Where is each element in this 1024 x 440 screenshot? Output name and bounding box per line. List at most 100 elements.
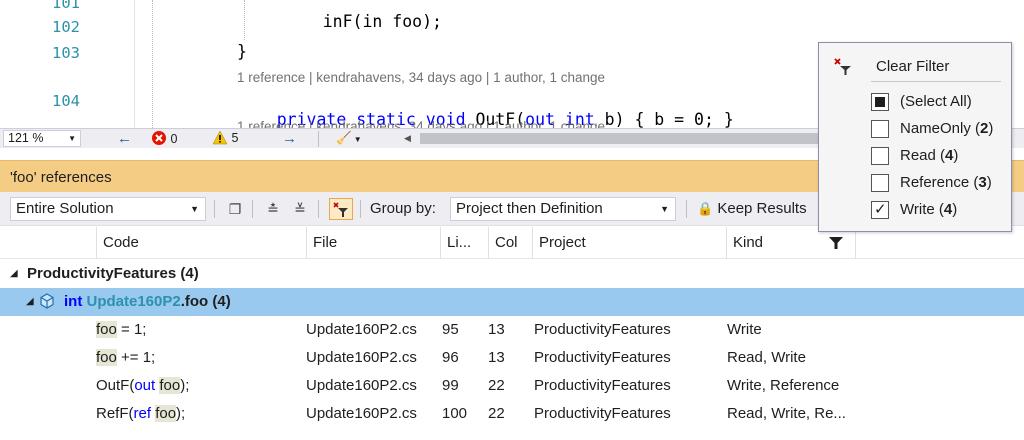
zoom-value: 121 % xyxy=(8,131,44,145)
window-title: 'foo' references xyxy=(10,169,112,186)
definition-group-label: int Update160P2.foo (4) xyxy=(64,293,231,310)
zoom-combo[interactable]: 121 % ▼ xyxy=(3,130,81,147)
keep-results-button[interactable]: 🔒 Keep Results xyxy=(697,200,807,217)
copy-icon[interactable]: ❐ xyxy=(224,198,246,220)
scroll-left-icon[interactable]: ◀ xyxy=(404,130,411,148)
project-group-label: ProductivityFeatures (4) xyxy=(27,265,199,282)
project-cell: ProductivityFeatures xyxy=(534,349,671,366)
project-cell: ProductivityFeatures xyxy=(534,405,671,422)
navigate-forward-icon[interactable]: → xyxy=(282,130,297,148)
references-tree: ◢ ProductivityFeatures (4) ◢ int Update1… xyxy=(0,260,1024,440)
col-cell: 22 xyxy=(488,377,505,394)
clear-filter-label: Clear Filter xyxy=(876,58,950,75)
code-cell: foo += 1; xyxy=(96,349,156,366)
reference-row[interactable]: RefF(ref foo); Update160P2.cs 100 22 Pro… xyxy=(0,400,1024,428)
checkbox-indeterminate[interactable] xyxy=(871,93,889,111)
clear-filter-icon xyxy=(834,58,851,75)
code-text: inF(in foo); xyxy=(322,12,442,31)
separator xyxy=(318,200,319,218)
indent-guide xyxy=(244,0,245,40)
line-number-gutter: 101 102 103 104 xyxy=(0,0,135,128)
column-code[interactable]: Code xyxy=(96,227,306,259)
kind-cell: Read, Write xyxy=(727,349,806,366)
kind-cell: Write, Reference xyxy=(727,377,840,394)
divider xyxy=(871,81,1001,82)
line-cell: 95 xyxy=(442,321,459,338)
warning-icon xyxy=(212,130,228,145)
file-cell: Update160P2.cs xyxy=(306,349,417,366)
kind-filter-popup: Clear Filter (Select All) NameOnly (2) R… xyxy=(818,42,1012,232)
scope-value: Entire Solution xyxy=(16,200,114,217)
separator xyxy=(214,200,215,218)
field-icon xyxy=(39,293,55,313)
error-count: 0 xyxy=(170,132,178,146)
collapse-triangle-icon[interactable]: ◢ xyxy=(10,260,18,288)
checkbox-unchecked[interactable] xyxy=(871,147,889,165)
lock-icon: 🔒 xyxy=(697,201,714,216)
checkbox-checked[interactable]: ✓ xyxy=(871,201,889,219)
keep-results-label: Keep Results xyxy=(717,200,807,217)
separator xyxy=(686,200,687,218)
col-cell: 13 xyxy=(488,321,505,338)
expand-all-icon[interactable]: ≚ xyxy=(289,198,311,220)
checkmark-icon: ✓ xyxy=(874,201,887,218)
code-cell: foo = 1; xyxy=(96,321,147,338)
line-number: 101 xyxy=(52,0,80,12)
column-file[interactable]: File xyxy=(306,227,440,259)
definition-group-row[interactable]: ◢ int Update160P2.foo (4) xyxy=(0,288,1024,316)
collapse-triangle-icon[interactable]: ◢ xyxy=(26,288,34,316)
codelens-info[interactable]: 1 reference | kendrahavens, 34 days ago … xyxy=(237,119,605,128)
kind-cell: Read, Write, Re... xyxy=(727,405,846,422)
col-cell: 13 xyxy=(488,349,505,366)
project-group-row[interactable]: ◢ ProductivityFeatures (4) xyxy=(0,260,1024,288)
filter-icon[interactable] xyxy=(829,236,843,250)
group-by-combo[interactable]: Project then Definition ▼ xyxy=(450,197,676,221)
column-kind-label: Kind xyxy=(733,234,764,251)
indent-guide xyxy=(152,0,153,128)
column-project[interactable]: Project xyxy=(532,227,726,259)
chevron-down-icon: ▼ xyxy=(190,204,199,214)
code-text: b) { b = 0; } xyxy=(594,110,734,128)
codelens-info[interactable]: 1 reference | kendrahavens, 34 days ago … xyxy=(237,70,605,85)
separator xyxy=(360,200,361,218)
scope-combo[interactable]: Entire Solution ▼ xyxy=(10,197,206,221)
separator xyxy=(318,131,319,147)
file-cell: Update160P2.cs xyxy=(306,321,417,338)
line-cell: 100 xyxy=(442,405,468,422)
group-by-label: Group by: xyxy=(370,200,436,217)
col-cell: 22 xyxy=(488,405,505,422)
kind-cell: Write xyxy=(727,321,762,338)
column-line[interactable]: Li... xyxy=(440,227,488,259)
collapse-all-icon[interactable]: ≛ xyxy=(262,198,284,220)
checkbox-unchecked[interactable] xyxy=(871,120,889,138)
separator xyxy=(252,200,253,218)
checkbox-unchecked[interactable] xyxy=(871,174,889,192)
line-number: 103 xyxy=(52,44,80,62)
code-line-101[interactable]: inF(in foo); xyxy=(283,0,442,50)
project-cell: ProductivityFeatures xyxy=(534,321,671,338)
file-cell: Update160P2.cs xyxy=(306,377,417,394)
line-cell: 99 xyxy=(442,377,459,394)
project-cell: ProductivityFeatures xyxy=(534,377,671,394)
code-line-103[interactable]: } xyxy=(237,42,247,61)
clear-filter-toggle-icon[interactable] xyxy=(329,198,353,220)
cleanup-brush-icon[interactable]: 🧹 ▼ xyxy=(336,130,362,148)
reference-row[interactable]: foo += 1; Update160P2.cs 96 13 Productiv… xyxy=(0,344,1024,372)
errors-indicator[interactable]: 0 xyxy=(151,130,177,148)
error-icon xyxy=(152,131,166,145)
reference-row[interactable]: foo = 1; Update160P2.cs 95 13 Productivi… xyxy=(0,316,1024,344)
chevron-down-icon: ▼ xyxy=(660,204,669,214)
column-col[interactable]: Col xyxy=(488,227,532,259)
code-cell: OutF(out foo); xyxy=(96,377,190,394)
line-number: 102 xyxy=(52,18,80,36)
reference-row[interactable]: OutF(out foo); Update160P2.cs 99 22 Prod… xyxy=(0,372,1024,400)
warnings-indicator[interactable]: 5 xyxy=(212,130,238,148)
line-cell: 96 xyxy=(442,349,459,366)
code-cell: RefF(ref foo); xyxy=(96,405,186,422)
horizontal-scrollbar[interactable] xyxy=(420,133,820,144)
chevron-down-icon: ▼ xyxy=(68,134,76,143)
file-cell: Update160P2.cs xyxy=(306,405,417,422)
group-by-value: Project then Definition xyxy=(456,200,603,217)
navigate-back-icon[interactable]: ← xyxy=(117,130,132,148)
clear-filter-button[interactable]: Clear Filter xyxy=(819,53,1011,81)
